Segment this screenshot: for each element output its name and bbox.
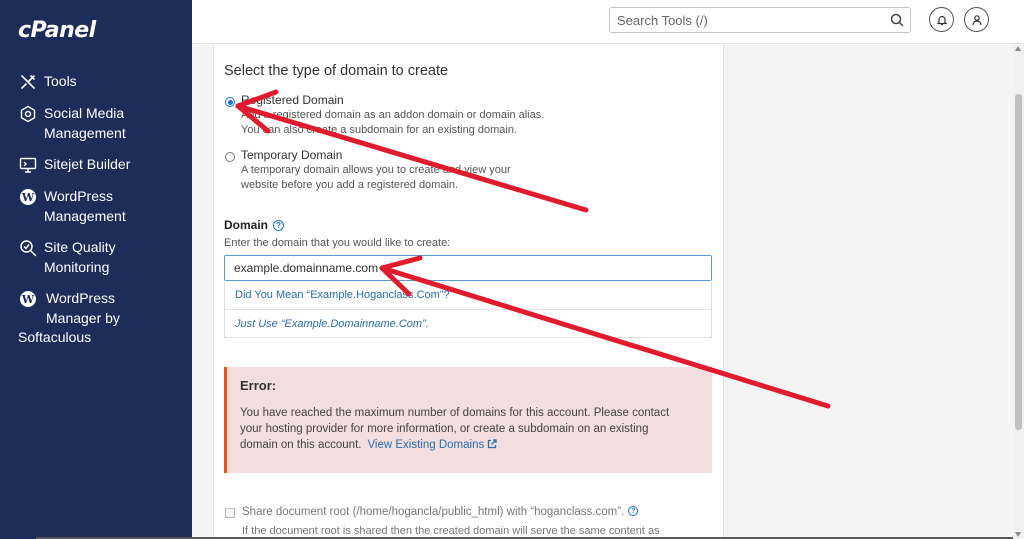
radio-desc-line1: A temporary domain allows you to create …: [241, 164, 511, 176]
sidebar-item-site-quality[interactable]: Site Quality Monitoring: [18, 238, 188, 277]
help-icon[interactable]: ?: [273, 219, 285, 231]
registered-domain-radio[interactable]: [225, 97, 235, 107]
help-icon[interactable]: ?: [628, 506, 639, 516]
option-temporary-domain[interactable]: Temporary Domain A temporary domain allo…: [225, 147, 511, 192]
scroll-down-arrow[interactable]: [1015, 532, 1021, 537]
share-document-root-option[interactable]: Share document root (/home/hoganclа/publ…: [225, 506, 639, 518]
suggestion-divider: [225, 309, 711, 310]
scroll-up-arrow[interactable]: [1015, 46, 1021, 51]
share-document-root-label: Share document root (/home/hoganclа/publ…: [242, 506, 625, 518]
top-header: [192, 0, 1024, 44]
sidebar-item-label: Tools: [44, 73, 77, 89]
suggestion-did-you-mean[interactable]: Did You Mean “Example.Hoganclass.Com”?: [235, 289, 450, 301]
sidebar-item-tools[interactable]: Tools: [18, 72, 188, 92]
section-title: Select the type of domain to create: [224, 63, 449, 79]
sidebar-item-label: Site Quality: [44, 239, 116, 255]
monitor-icon: [18, 155, 38, 175]
svg-text:W: W: [21, 191, 35, 204]
sidebar-item-label-line2: Management: [44, 124, 126, 141]
sidebar-item-label-line3: Softaculous: [18, 329, 92, 345]
sidebar-item-wordpress-softaculous[interactable]: W WordPress Manager by Softaculous: [18, 289, 188, 348]
sidebar-item-social-media[interactable]: Social Media Management: [18, 104, 188, 143]
cpanel-logo[interactable]: cPanel: [18, 18, 96, 43]
share-document-root-desc: If the document root is shared then the …: [242, 525, 660, 537]
sidebar-item-label: Social Media: [44, 105, 125, 121]
page-scrollbar[interactable]: [1013, 44, 1024, 539]
view-existing-domains-link[interactable]: View Existing Domains: [367, 439, 497, 451]
social-media-icon: [18, 104, 38, 124]
search-tools-input[interactable]: [610, 8, 880, 32]
sidebar-item-label: WordPress: [44, 188, 113, 204]
sidebar: cPanel Tools Social Media Management Site…: [0, 0, 192, 539]
notifications-button[interactable]: [929, 7, 954, 32]
radio-label: Temporary Domain: [241, 148, 343, 162]
radio-desc-line1: Add a registered domain as an addon doma…: [241, 109, 545, 121]
sidebar-item-sitejet[interactable]: Sitejet Builder: [18, 155, 188, 175]
radio-desc-line2: You can also create a subdomain for an e…: [241, 123, 517, 136]
sidebar-item-label-line2: Manager by: [46, 309, 120, 326]
error-message: You have reached the maximum number of d…: [240, 407, 670, 451]
share-document-root-checkbox[interactable]: [225, 508, 235, 518]
search-icon[interactable]: [889, 12, 905, 28]
external-link-icon: [488, 439, 497, 449]
radio-label: Registered Domain: [241, 93, 344, 107]
add-domain-panel: Select the type of domain to create Regi…: [213, 44, 724, 539]
error-title: Error:: [240, 378, 277, 393]
domain-suggestions: Did You Mean “Example.Hoganclass.Com”? J…: [224, 281, 712, 338]
domain-input[interactable]: [224, 255, 712, 281]
temporary-domain-radio[interactable]: [225, 152, 235, 162]
option-registered-domain[interactable]: Registered Domain Add a registered domai…: [225, 92, 544, 137]
suggestion-just-use[interactable]: Just Use “Example.Domainname.Com”.: [235, 318, 429, 330]
sidebar-item-label: WordPress: [46, 290, 115, 306]
error-alert: Error: You have reached the maximum numb…: [224, 367, 712, 473]
radio-desc-line2: website before you add a registered doma…: [241, 178, 459, 191]
sidebar-item-label: Sitejet Builder: [44, 156, 131, 172]
scroll-thumb[interactable]: [1015, 94, 1022, 430]
user-account-button[interactable]: [964, 7, 989, 32]
search-tools-box[interactable]: [609, 7, 911, 33]
sidebar-item-label-line2: Management: [44, 207, 126, 224]
tools-icon: [18, 72, 38, 92]
sidebar-item-label-line2: Monitoring: [44, 258, 110, 275]
wordpress-icon: W: [18, 289, 38, 309]
user-icon: [971, 14, 982, 25]
magnifier-icon: [18, 238, 38, 258]
domain-field-hint: Enter the domain that you would like to …: [224, 237, 451, 249]
bell-icon: [936, 15, 947, 25]
sidebar-item-wordpress-management[interactable]: W WordPress Management: [18, 187, 188, 226]
svg-text:W: W: [21, 293, 35, 306]
wordpress-icon: W: [18, 187, 38, 207]
domain-field-label: Domain ?: [224, 218, 285, 232]
